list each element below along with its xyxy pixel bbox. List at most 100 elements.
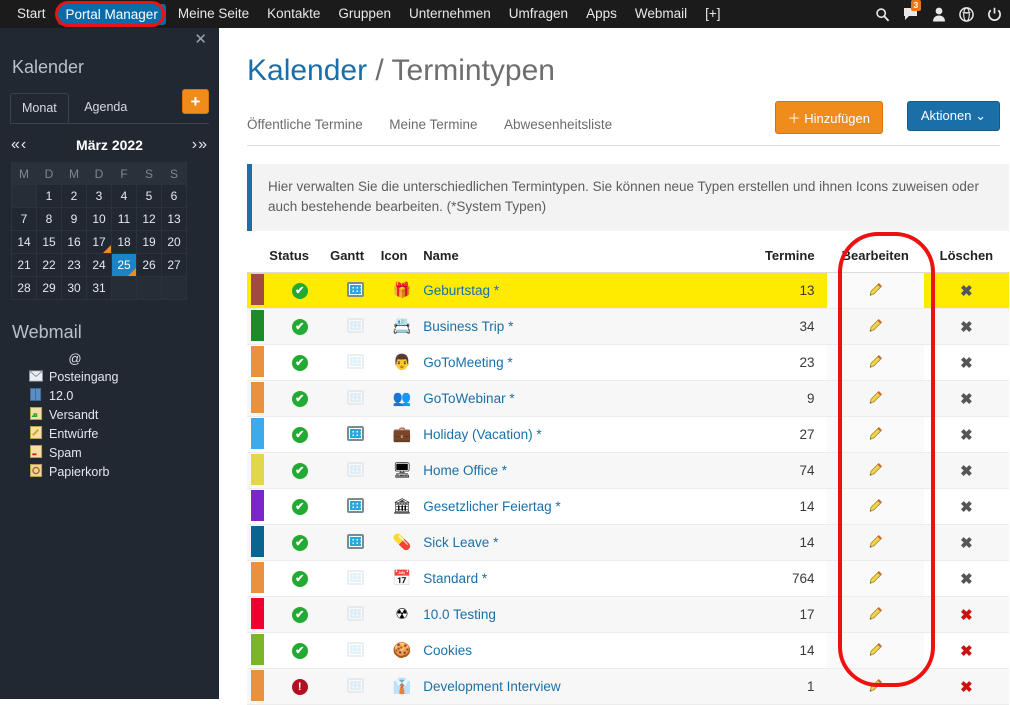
- pencil-icon[interactable]: [868, 498, 883, 516]
- gantt-toggle[interactable]: [330, 416, 381, 454]
- tab-meine-termine[interactable]: Meine Termine: [389, 113, 485, 132]
- search-icon[interactable]: [875, 7, 890, 22]
- webmail-folder-entw-rfe[interactable]: Entwürfe: [28, 424, 219, 443]
- status-badge[interactable]: ✔: [269, 452, 331, 490]
- type-name-link[interactable]: Development Interview: [423, 679, 560, 694]
- delete-button[interactable]: ✖: [923, 272, 1009, 310]
- power-icon[interactable]: [987, 7, 1002, 22]
- gantt-toggle[interactable]: [330, 488, 381, 526]
- calendar-day-25[interactable]: 25: [111, 253, 137, 277]
- close-icon[interactable]: ✖: [960, 499, 973, 516]
- close-icon[interactable]: ✖: [960, 571, 973, 588]
- delete-button[interactable]: ✖: [923, 632, 1009, 670]
- gantt-toggle[interactable]: [330, 668, 381, 705]
- webmail-folder-versandt[interactable]: Versandt: [28, 405, 219, 424]
- calendar-day-6[interactable]: 6: [161, 184, 187, 208]
- calendar-day-27[interactable]: 27: [161, 253, 187, 277]
- nav-item-apps[interactable]: Apps: [577, 0, 626, 28]
- calendar-day-28[interactable]: 28: [11, 276, 37, 300]
- calendar-day-13[interactable]: 13: [161, 207, 187, 231]
- tab-oeffentliche-termine[interactable]: Öffentliche Termine: [247, 113, 371, 132]
- nav-item-start[interactable]: Start: [8, 0, 55, 28]
- type-name-link[interactable]: Business Trip *: [423, 319, 513, 334]
- pencil-icon[interactable]: [868, 606, 883, 624]
- calendar-day-23[interactable]: 23: [61, 253, 87, 277]
- webmail-folder-12-0[interactable]: 12.0: [28, 386, 219, 405]
- calendar-day-29[interactable]: 29: [36, 276, 62, 300]
- tab-monat[interactable]: Monat: [10, 93, 69, 123]
- gantt-toggle[interactable]: [330, 344, 381, 382]
- edit-button[interactable]: [826, 632, 924, 670]
- edit-button[interactable]: [826, 488, 924, 526]
- calendar-day-21[interactable]: 21: [11, 253, 37, 277]
- messages-icon[interactable]: 3: [903, 0, 921, 21]
- type-name-link[interactable]: 10.0 Testing: [423, 607, 496, 622]
- gantt-toggle[interactable]: [330, 452, 381, 490]
- gantt-toggle[interactable]: [330, 380, 381, 418]
- nav-item-kontakte[interactable]: Kontakte: [258, 0, 329, 28]
- calendar-day-2[interactable]: 2: [61, 184, 87, 208]
- close-icon[interactable]: ✖: [960, 607, 973, 624]
- add-button[interactable]: ＋ Hinzufügen: [774, 101, 883, 134]
- pencil-icon[interactable]: [868, 318, 883, 336]
- edit-button[interactable]: [826, 668, 924, 705]
- nav-item-gruppen[interactable]: Gruppen: [329, 0, 400, 28]
- type-name-link[interactable]: Sick Leave *: [423, 535, 498, 550]
- nav-item-umfragen[interactable]: Umfragen: [500, 0, 577, 28]
- webmail-folder-papierkorb[interactable]: Papierkorb: [28, 462, 219, 481]
- calendar-day-20[interactable]: 20: [161, 230, 187, 254]
- pencil-icon[interactable]: [868, 426, 883, 444]
- nav-item-meine-seite[interactable]: Meine Seite: [169, 0, 258, 28]
- edit-button[interactable]: [826, 344, 924, 382]
- tab-agenda[interactable]: Agenda: [73, 93, 138, 121]
- gantt-toggle[interactable]: [330, 560, 381, 598]
- gantt-toggle[interactable]: [330, 596, 381, 634]
- status-badge[interactable]: ✔: [269, 560, 331, 598]
- calendar-day-4[interactable]: 4: [111, 184, 137, 208]
- status-badge[interactable]: ✔: [269, 272, 331, 310]
- status-badge[interactable]: ✔: [269, 488, 331, 526]
- close-icon[interactable]: ✖: [960, 643, 973, 660]
- edit-button[interactable]: [826, 308, 924, 346]
- calendar-day-10[interactable]: 10: [86, 207, 112, 231]
- delete-button[interactable]: ✖: [923, 344, 1009, 382]
- gantt-toggle[interactable]: [330, 308, 381, 346]
- pencil-icon[interactable]: [868, 354, 883, 372]
- user-icon[interactable]: [932, 7, 946, 22]
- delete-button[interactable]: ✖: [923, 488, 1009, 526]
- edit-button[interactable]: [826, 416, 924, 454]
- type-name-link[interactable]: Holiday (Vacation) *: [423, 427, 541, 442]
- calendar-day-17[interactable]: 17: [86, 230, 112, 254]
- edit-button[interactable]: [826, 272, 924, 310]
- delete-button[interactable]: ✖: [923, 308, 1009, 346]
- gantt-toggle[interactable]: [330, 272, 381, 310]
- globe-icon[interactable]: [959, 6, 974, 22]
- type-name-link[interactable]: Gesetzlicher Feiertag *: [423, 499, 560, 514]
- status-badge[interactable]: ✔: [269, 632, 331, 670]
- close-icon[interactable]: ✖: [960, 355, 973, 372]
- webmail-folder-spam[interactable]: Spam: [28, 443, 219, 462]
- status-badge[interactable]: ✔: [269, 308, 331, 346]
- edit-button[interactable]: [826, 452, 924, 490]
- delete-button[interactable]: ✖: [923, 452, 1009, 490]
- type-name-link[interactable]: Standard *: [423, 571, 487, 586]
- pencil-icon[interactable]: [868, 570, 883, 588]
- pencil-icon[interactable]: [868, 390, 883, 408]
- gantt-toggle[interactable]: [330, 524, 381, 562]
- pencil-icon[interactable]: [868, 534, 883, 552]
- calendar-day-7[interactable]: 7: [11, 207, 37, 231]
- calendar-day-8[interactable]: 8: [36, 207, 62, 231]
- type-name-link[interactable]: GoToMeeting *: [423, 355, 512, 370]
- type-name-link[interactable]: Geburtstag *: [423, 283, 499, 298]
- delete-button[interactable]: ✖: [923, 524, 1009, 562]
- calendar-day-26[interactable]: 26: [136, 253, 162, 277]
- webmail-folder-posteingang[interactable]: Posteingang: [28, 368, 219, 386]
- edit-button[interactable]: [826, 596, 924, 634]
- calendar-day-18[interactable]: 18: [111, 230, 137, 254]
- add-appointment-button[interactable]: +: [182, 89, 209, 114]
- close-icon[interactable]: ✖: [960, 679, 973, 696]
- edit-button[interactable]: [826, 380, 924, 418]
- calendar-day-14[interactable]: 14: [11, 230, 37, 254]
- status-badge[interactable]: ✔: [269, 416, 331, 454]
- type-name-link[interactable]: Home Office *: [423, 463, 507, 478]
